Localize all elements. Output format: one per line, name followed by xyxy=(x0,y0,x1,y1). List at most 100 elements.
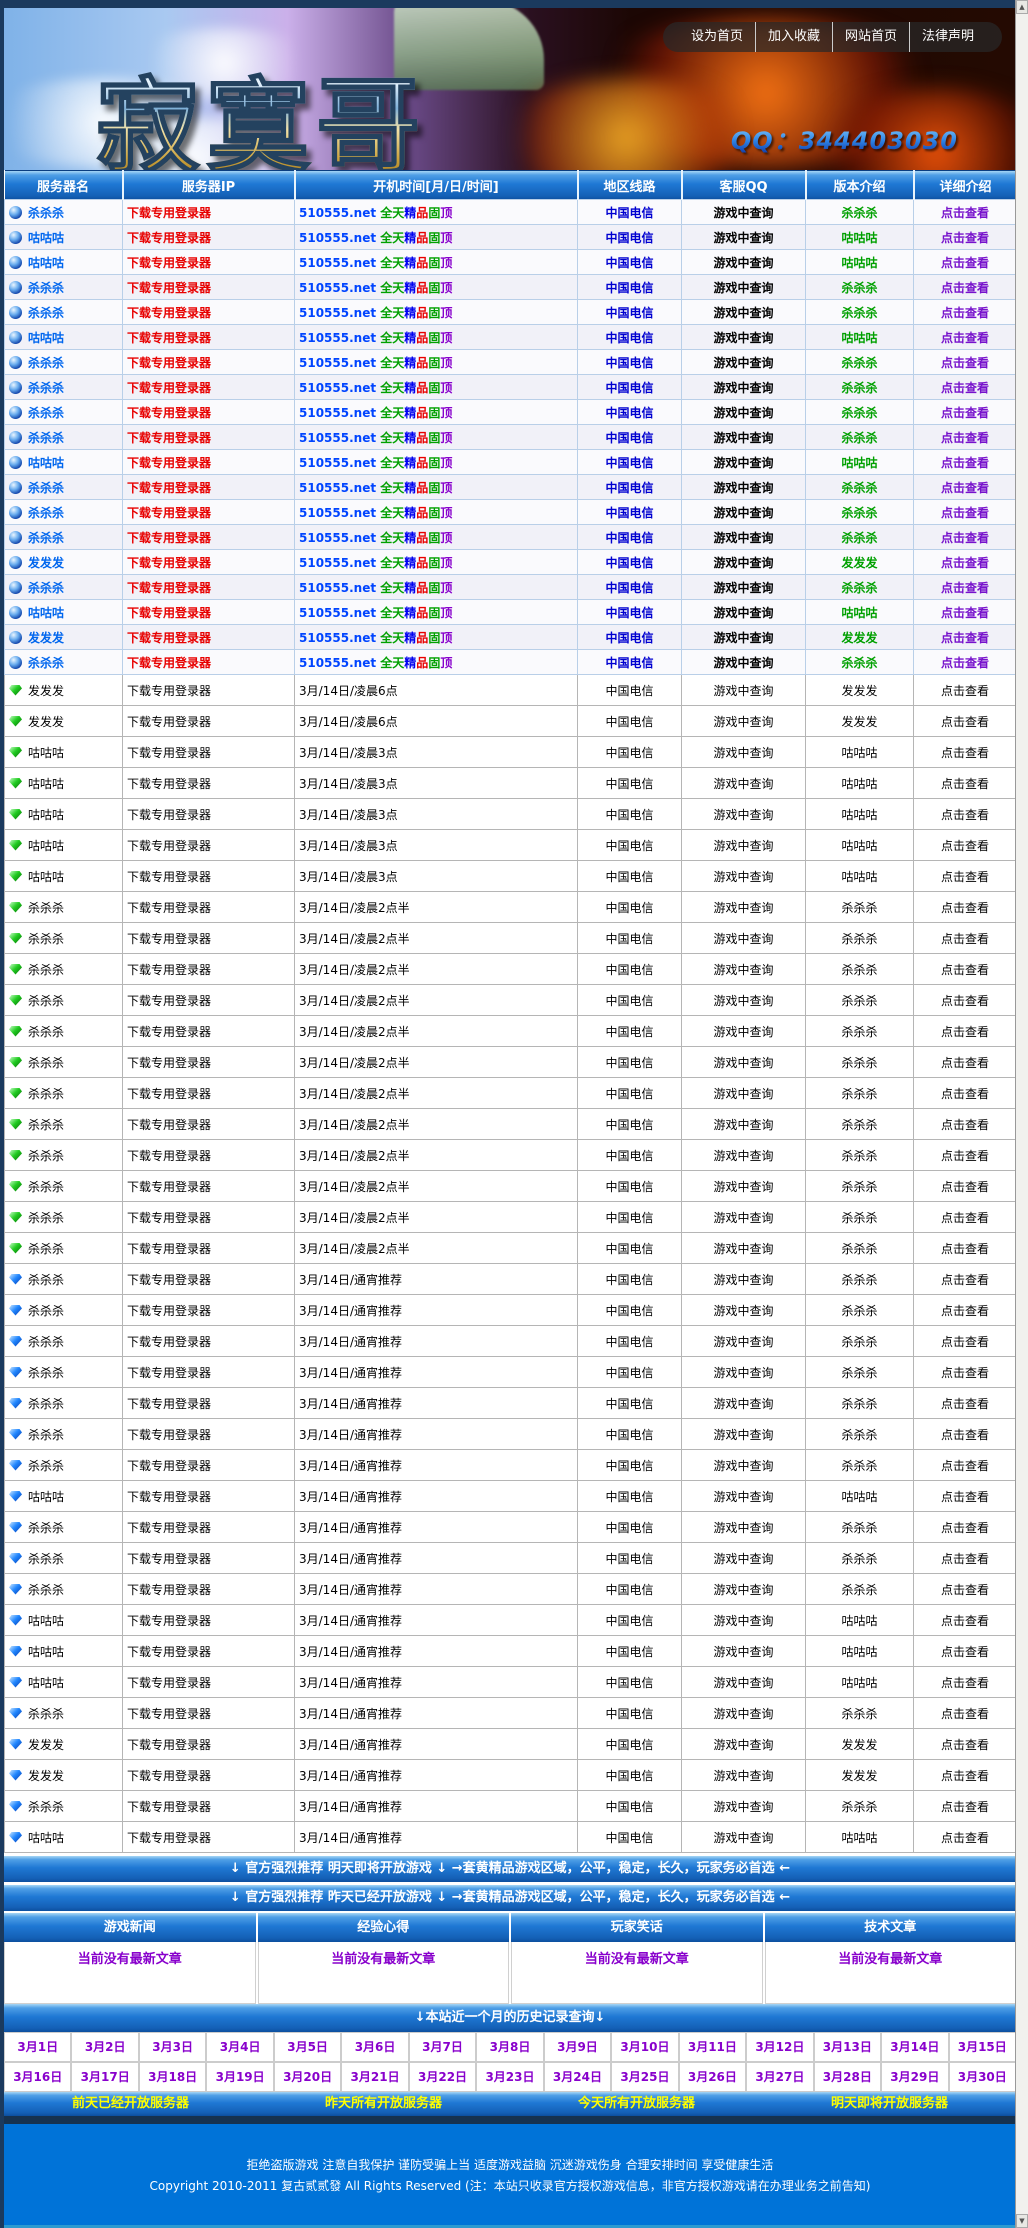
detail-link[interactable]: 点击查看 xyxy=(914,1140,1017,1171)
server-name-link[interactable]: 杀杀杀 xyxy=(28,901,64,915)
calendar-date-link[interactable]: 3月26日 xyxy=(688,2070,737,2084)
news-empty-link[interactable]: 当前没有最新文章 xyxy=(78,1952,182,1967)
calendar-date-link[interactable]: 3月27日 xyxy=(755,2070,804,2084)
calendar-date-link[interactable]: 3月22日 xyxy=(418,2070,467,2084)
calendar-date-link[interactable]: 3月2日 xyxy=(85,2040,126,2054)
calendar-date-link[interactable]: 3月9日 xyxy=(557,2040,598,2054)
nav-add-favorite[interactable]: 加入收藏 xyxy=(755,22,832,52)
detail-link[interactable]: 点击查看 xyxy=(914,1202,1017,1233)
detail-link[interactable]: 点击查看 xyxy=(914,830,1017,861)
server-name-link[interactable]: 发发发 xyxy=(28,715,64,729)
vertical-scrollbar[interactable]: ▲ ▼ xyxy=(1015,0,1028,2228)
scroll-up-arrow-icon[interactable]: ▲ xyxy=(1016,0,1028,14)
detail-link[interactable]: 点击查看 xyxy=(914,1481,1017,1512)
news-column-title[interactable]: 技术文章 xyxy=(765,1913,1017,1942)
server-name-link[interactable]: 杀杀杀 xyxy=(28,531,64,545)
detail-link[interactable]: 点击查看 xyxy=(914,600,1017,625)
server-name-link[interactable]: 咕咕咕 xyxy=(28,870,64,884)
server-name-link[interactable]: 杀杀杀 xyxy=(28,1304,64,1318)
nav-site-home[interactable]: 网站首页 xyxy=(832,22,909,52)
detail-link[interactable]: 点击查看 xyxy=(914,225,1017,250)
detail-link[interactable]: 点击查看 xyxy=(914,923,1017,954)
detail-link[interactable]: 点击查看 xyxy=(914,1636,1017,1667)
detail-link[interactable]: 点击查看 xyxy=(914,1450,1017,1481)
detail-link[interactable]: 点击查看 xyxy=(914,275,1017,300)
server-name-link[interactable]: 发发发 xyxy=(28,631,64,645)
news-empty-link[interactable]: 当前没有最新文章 xyxy=(331,1952,435,1967)
detail-link[interactable]: 点击查看 xyxy=(914,475,1017,500)
server-name-link[interactable]: 杀杀杀 xyxy=(28,1273,64,1287)
detail-link[interactable]: 点击查看 xyxy=(914,737,1017,768)
calendar-date-link[interactable]: 3月18日 xyxy=(148,2070,197,2084)
detail-link[interactable]: 点击查看 xyxy=(914,1729,1017,1760)
detail-link[interactable]: 点击查看 xyxy=(914,954,1017,985)
detail-link[interactable]: 点击查看 xyxy=(914,1171,1017,1202)
server-name-link[interactable]: 咕咕咕 xyxy=(28,1645,64,1659)
server-name-link[interactable]: 杀杀杀 xyxy=(28,1521,64,1535)
link-tomorrow[interactable]: 明天即将开放服务器 xyxy=(831,2092,948,2116)
server-name-link[interactable]: 杀杀杀 xyxy=(28,1800,64,1814)
server-name-link[interactable]: 咕咕咕 xyxy=(28,808,64,822)
calendar-date-link[interactable]: 3月7日 xyxy=(422,2040,463,2054)
detail-link[interactable]: 点击查看 xyxy=(914,525,1017,550)
detail-link[interactable]: 点击查看 xyxy=(914,1388,1017,1419)
detail-link[interactable]: 点击查看 xyxy=(914,1419,1017,1450)
calendar-date-link[interactable]: 3月14日 xyxy=(890,2040,939,2054)
detail-link[interactable]: 点击查看 xyxy=(914,500,1017,525)
detail-link[interactable]: 点击查看 xyxy=(914,1605,1017,1636)
news-empty-link[interactable]: 当前没有最新文章 xyxy=(585,1952,689,1967)
calendar-date-link[interactable]: 3月28日 xyxy=(823,2070,872,2084)
link-day-before-yesterday[interactable]: 前天已经开放服务器 xyxy=(72,2092,189,2116)
server-name-link[interactable]: 咕咕咕 xyxy=(28,231,64,245)
server-name-link[interactable]: 杀杀杀 xyxy=(28,281,64,295)
detail-link[interactable]: 点击查看 xyxy=(914,550,1017,575)
server-name-link[interactable]: 发发发 xyxy=(28,1738,64,1752)
detail-link[interactable]: 点击查看 xyxy=(914,400,1017,425)
calendar-date-link[interactable]: 3月17日 xyxy=(81,2070,130,2084)
detail-link[interactable]: 点击查看 xyxy=(914,650,1017,675)
calendar-date-link[interactable]: 3月8日 xyxy=(490,2040,531,2054)
link-yesterday[interactable]: 昨天所有开放服务器 xyxy=(325,2092,442,2116)
calendar-date-link[interactable]: 3月24日 xyxy=(553,2070,602,2084)
detail-link[interactable]: 点击查看 xyxy=(914,1698,1017,1729)
detail-link[interactable]: 点击查看 xyxy=(914,1016,1017,1047)
server-name-link[interactable]: 咕咕咕 xyxy=(28,456,64,470)
detail-link[interactable]: 点击查看 xyxy=(914,675,1017,706)
calendar-date-link[interactable]: 3月13日 xyxy=(823,2040,872,2054)
news-column-title[interactable]: 游戏新闻 xyxy=(4,1913,256,1942)
server-name-link[interactable]: 杀杀杀 xyxy=(28,1459,64,1473)
server-name-link[interactable]: 杀杀杀 xyxy=(28,1428,64,1442)
server-name-link[interactable]: 杀杀杀 xyxy=(28,656,64,670)
detail-link[interactable]: 点击查看 xyxy=(914,1109,1017,1140)
detail-link[interactable]: 点击查看 xyxy=(914,1512,1017,1543)
calendar-date-link[interactable]: 3月6日 xyxy=(355,2040,396,2054)
promo-banner-tomorrow[interactable]: ↓ 官方强烈推荐 明天即将开放游戏 ↓ →套黄精品游戏区域，公平，稳定，长久，玩… xyxy=(4,1856,1016,1882)
detail-link[interactable]: 点击查看 xyxy=(914,325,1017,350)
server-name-link[interactable]: 杀杀杀 xyxy=(28,1180,64,1194)
detail-link[interactable]: 点击查看 xyxy=(914,1791,1017,1822)
detail-link[interactable]: 点击查看 xyxy=(914,1822,1017,1853)
detail-link[interactable]: 点击查看 xyxy=(914,425,1017,450)
server-name-link[interactable]: 杀杀杀 xyxy=(28,1552,64,1566)
detail-link[interactable]: 点击查看 xyxy=(914,1760,1017,1791)
news-empty-link[interactable]: 当前没有最新文章 xyxy=(838,1952,942,1967)
server-name-link[interactable]: 咕咕咕 xyxy=(28,839,64,853)
detail-link[interactable]: 点击查看 xyxy=(914,1047,1017,1078)
detail-link[interactable]: 点击查看 xyxy=(914,350,1017,375)
detail-link[interactable]: 点击查看 xyxy=(914,575,1017,600)
server-name-link[interactable]: 杀杀杀 xyxy=(28,206,64,220)
server-name-link[interactable]: 杀杀杀 xyxy=(28,1707,64,1721)
server-name-link[interactable]: 发发发 xyxy=(28,684,64,698)
detail-link[interactable]: 点击查看 xyxy=(914,300,1017,325)
nav-set-homepage[interactable]: 设为首页 xyxy=(679,22,755,52)
calendar-date-link[interactable]: 3月3日 xyxy=(152,2040,193,2054)
calendar-date-link[interactable]: 3月21日 xyxy=(351,2070,400,2084)
detail-link[interactable]: 点击查看 xyxy=(914,1574,1017,1605)
detail-link[interactable]: 点击查看 xyxy=(914,375,1017,400)
detail-link[interactable]: 点击查看 xyxy=(914,1667,1017,1698)
server-name-link[interactable]: 杀杀杀 xyxy=(28,431,64,445)
server-name-link[interactable]: 杀杀杀 xyxy=(28,1118,64,1132)
calendar-date-link[interactable]: 3月1日 xyxy=(17,2040,58,2054)
server-name-link[interactable]: 杀杀杀 xyxy=(28,306,64,320)
calendar-date-link[interactable]: 3月20日 xyxy=(283,2070,332,2084)
